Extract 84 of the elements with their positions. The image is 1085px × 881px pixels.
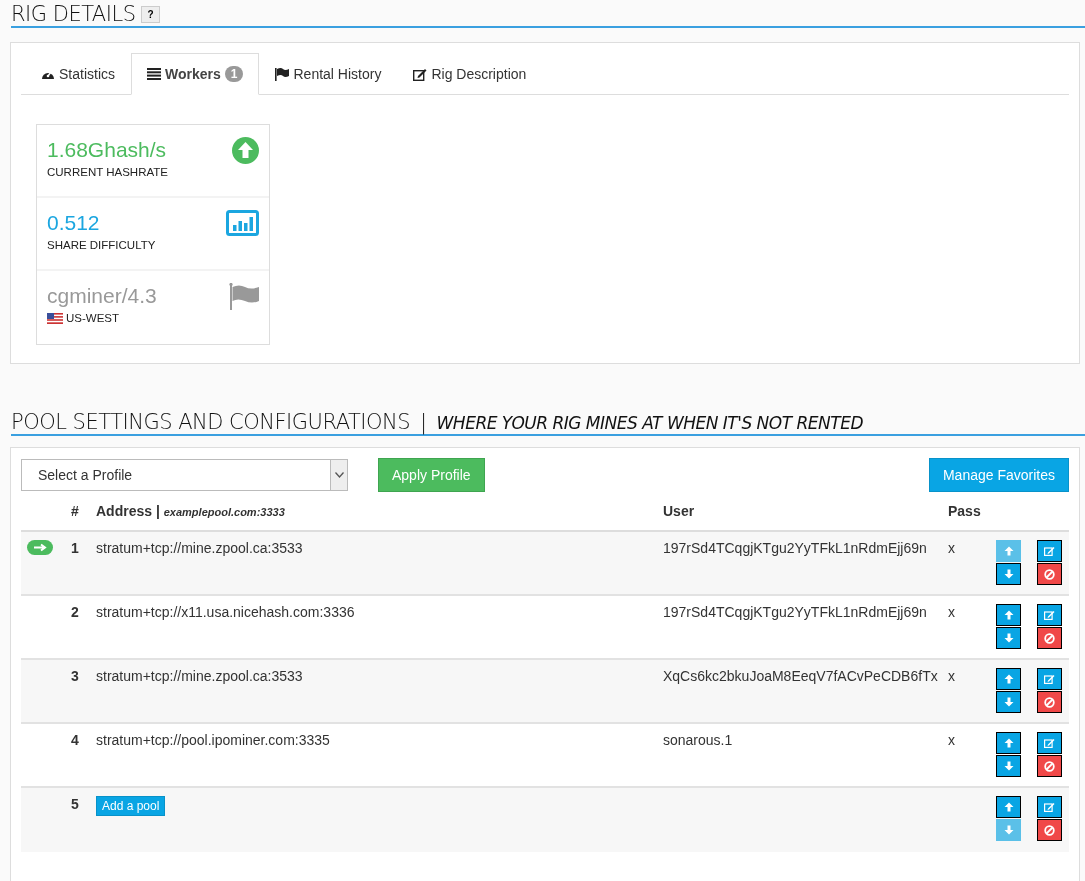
tab[interactable]: Workers 1: [131, 53, 260, 95]
arrow-up-icon: [232, 137, 259, 164]
arrow-down-icon: [1003, 697, 1014, 707]
arrow-up-icon: [1003, 802, 1014, 812]
column-header: Pass: [948, 503, 982, 519]
ban-icon: [1044, 568, 1055, 580]
list-icon: [147, 68, 161, 80]
ban-icon: [1044, 760, 1055, 772]
pool-address: stratum+tcp://mine.zpool.ca:3533: [96, 540, 303, 556]
arrow-down-icon: [1003, 825, 1014, 835]
arrow-down-icon: [1003, 569, 1014, 579]
arrow-down-icon: [1003, 633, 1014, 643]
pool-address: stratum+tcp://x11.usa.nicehash.com:3336: [96, 604, 355, 620]
pool-user: sonarous.1: [663, 732, 733, 748]
pool-pass: x: [948, 732, 955, 748]
delete-button[interactable]: [1037, 755, 1062, 777]
move-up-button[interactable]: [996, 604, 1021, 626]
stat-label: SHARE DIFFICULTY: [47, 239, 156, 251]
edit-icon: [1044, 546, 1055, 556]
edit-icon: [1044, 610, 1055, 620]
count-badge: 1: [224, 66, 244, 82]
stat-label: CURRENT HASHRATE: [47, 166, 168, 178]
column-header: User: [663, 503, 696, 519]
arrow-down-icon: [1003, 761, 1014, 771]
move-up-button[interactable]: [996, 668, 1021, 690]
pool-pass: x: [948, 540, 955, 556]
stat-value: 1.68Ghash/s: [47, 137, 168, 163]
move-down-button[interactable]: [996, 627, 1021, 649]
flag-icon: [275, 67, 290, 81]
help-button[interactable]: ?: [141, 6, 160, 23]
pool-pass: x: [948, 668, 955, 684]
tab[interactable]: Statistics: [25, 53, 131, 95]
stat-label: US-WEST: [66, 312, 120, 324]
section-subtitle: WHERE YOUR RIG MINES AT WHEN IT'S NOT RENTED: [436, 412, 863, 434]
ban-icon: [1044, 632, 1055, 644]
arrow-up-icon: [1003, 546, 1014, 556]
move-up-button[interactable]: [996, 796, 1021, 818]
arrow-up-icon: [1003, 738, 1014, 748]
section-title: RIG DETAILS: [11, 2, 136, 26]
delete-button[interactable]: [1037, 819, 1062, 841]
pool-address: stratum+tcp://mine.zpool.ca:3533: [96, 668, 303, 684]
column-header: Address | examplepool.com:3333: [96, 503, 286, 519]
edit-button[interactable]: [1037, 732, 1062, 754]
section-title: POOL SETTINGS AND CONFIGURATIONS: [11, 410, 410, 434]
edit-icon: [413, 67, 428, 81]
arrow-up-icon: [1003, 674, 1014, 684]
edit-icon: [1044, 738, 1055, 748]
row-number: 3: [70, 668, 80, 686]
row-number: 2: [70, 604, 80, 622]
edit-icon: [1044, 674, 1055, 684]
stat-value: cgminer/4.3: [47, 283, 157, 309]
row-number: 1: [70, 540, 80, 558]
pool-address: stratum+tcp://pool.ipominer.com:3335: [96, 732, 330, 748]
row-number: 4: [70, 732, 80, 750]
caret-icon: [334, 472, 344, 478]
pool-user: 197rSd4TCqgjKTgu2YyTFkL1nRdmEjj69n: [663, 604, 927, 620]
delete-button[interactable]: [1037, 627, 1062, 649]
edit-button[interactable]: [1037, 540, 1062, 562]
tab[interactable]: Rig Description: [397, 53, 543, 95]
pool-pass: x: [948, 604, 955, 620]
move-down-button[interactable]: [996, 755, 1021, 777]
edit-button[interactable]: [1037, 796, 1062, 818]
bar-chart-icon: [226, 210, 259, 236]
move-down-button[interactable]: [996, 563, 1021, 585]
profile-select[interactable]: Select a Profile: [21, 459, 348, 491]
flag-icon: [229, 283, 259, 310]
row-number: 5: [70, 796, 80, 814]
pool-user: 197rSd4TCqgjKTgu2YyTFkL1nRdmEjj69n: [663, 540, 927, 556]
us-flag-icon: [47, 312, 63, 324]
delete-button[interactable]: [1037, 563, 1062, 585]
move-down-button[interactable]: [996, 691, 1021, 713]
tab[interactable]: Rental History: [259, 53, 398, 95]
title-separator: |: [419, 410, 427, 434]
edit-icon: [1044, 802, 1055, 812]
column-header: #: [70, 503, 80, 519]
edit-button[interactable]: [1037, 668, 1062, 690]
arrow-up-icon: [1003, 610, 1014, 620]
pool-user: XqCs6kc2bkuJoaM8EeqV7fACvPeCDB6fTx: [663, 668, 938, 684]
stat-value: 0.512: [47, 210, 101, 236]
move-up-button[interactable]: [996, 732, 1021, 754]
delete-button[interactable]: [1037, 691, 1062, 713]
ban-icon: [1044, 696, 1055, 708]
ban-icon: [1044, 824, 1055, 836]
edit-button[interactable]: [1037, 604, 1062, 626]
